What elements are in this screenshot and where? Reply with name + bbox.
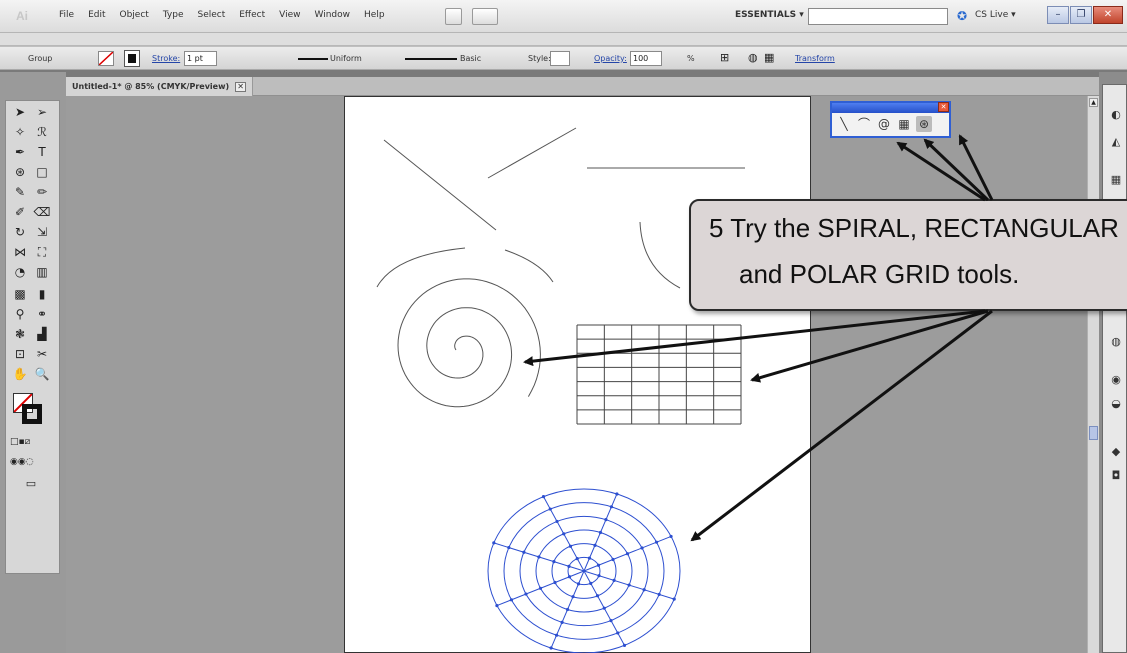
anchor-point <box>609 505 614 509</box>
spiral-tool-icon[interactable]: @ <box>876 116 892 132</box>
anchor-point <box>507 545 511 550</box>
tearoff-close-button[interactable]: ✕ <box>938 102 949 112</box>
transparency-panel-icon[interactable]: ◘ <box>1109 469 1123 483</box>
color-panel-icon[interactable]: ◐ <box>1109 108 1123 122</box>
vertical-scrollbar[interactable]: ▲ <box>1087 96 1099 653</box>
spiral-shape[interactable] <box>397 278 541 408</box>
line-tools-tearoff-panel: ✕ ╲ ⌒ @ ▦ ⊛ <box>830 101 951 138</box>
anchor-point <box>625 552 630 556</box>
anchor-point <box>552 560 556 564</box>
appearance-panel-icon[interactable]: ◍ <box>1109 335 1123 349</box>
anchor-point <box>616 631 620 635</box>
line-segment-tool-icon[interactable]: ╲ <box>836 116 852 132</box>
panel-icons: ◐ ◭ ▦ ◍ ◉ ◒ ◆ ◘ <box>1102 84 1127 653</box>
layers-panel-icon[interactable]: ◒ <box>1109 397 1123 411</box>
anchor-point <box>609 618 613 623</box>
anchor-point <box>615 492 619 496</box>
anchor-point <box>538 586 543 590</box>
anchor-point <box>567 564 571 568</box>
anchor-point <box>571 595 575 599</box>
anchor-point <box>602 606 606 610</box>
anchor-point <box>576 582 581 586</box>
anchor-point <box>596 563 601 567</box>
arc-segment[interactable] <box>504 249 554 283</box>
anchor-point <box>642 588 646 592</box>
artwork-layer <box>376 127 745 653</box>
anchor-point <box>509 598 514 602</box>
anchor-point <box>657 592 661 597</box>
line-segment[interactable] <box>487 127 577 179</box>
anchor-point <box>595 594 600 598</box>
anchor-point <box>627 583 631 587</box>
anchor-point <box>568 544 573 548</box>
rectangular-grid[interactable] <box>576 324 742 425</box>
anchor-point <box>587 556 592 560</box>
anchor-point <box>562 532 566 536</box>
anchor-point <box>495 603 499 608</box>
anchor-point <box>537 555 541 559</box>
arc-segment[interactable] <box>639 221 681 289</box>
anchor-point <box>669 534 673 539</box>
tearoff-tools: ╲ ⌒ @ ▦ ⊛ <box>836 116 932 132</box>
polar-grid-tool-icon[interactable]: ⊛ <box>916 116 932 132</box>
instruction-callout: 5 Try the SPIRAL, RECTANGULAR and POLAR … <box>689 199 1127 311</box>
callout-line-1: 5 Try the SPIRAL, RECTANGULAR <box>709 213 1119 243</box>
anchor-point <box>589 581 593 585</box>
tearoff-titlebar[interactable] <box>832 103 949 113</box>
brushes-panel-icon[interactable]: ▦ <box>1109 173 1123 187</box>
anchor-point <box>567 575 572 579</box>
arc-tool-icon[interactable]: ⌒ <box>856 116 872 132</box>
line-segment[interactable] <box>383 139 497 231</box>
anchor-point <box>565 607 570 612</box>
anchor-point <box>548 507 552 511</box>
anchor-point <box>598 530 603 535</box>
anchor-point <box>553 580 557 585</box>
polar-grid[interactable] <box>487 488 681 653</box>
anchor-point <box>549 646 553 650</box>
callout-line-2: and POLAR GRID tools. <box>739 259 1020 289</box>
anchor-point <box>554 633 559 637</box>
anchor-point <box>575 557 579 561</box>
anchor-point <box>522 550 526 554</box>
anchor-point <box>672 597 676 601</box>
anchor-point <box>555 519 559 524</box>
anchor-point <box>640 546 644 550</box>
rectangular-grid-tool-icon[interactable]: ▦ <box>896 116 912 132</box>
anchor-point <box>611 557 615 562</box>
scroll-up-icon[interactable]: ▲ <box>1089 98 1098 107</box>
anchor-point <box>604 518 608 522</box>
anchor-point <box>597 574 601 578</box>
anchor-point <box>612 578 616 582</box>
anchor-point <box>622 643 627 647</box>
anchor-point <box>492 541 496 545</box>
anchor-point <box>560 620 564 624</box>
anchor-point <box>654 540 659 544</box>
arc-segment[interactable] <box>376 247 466 288</box>
graphic-styles-panel-icon[interactable]: ◉ <box>1109 373 1123 387</box>
swatches-panel-icon[interactable]: ◭ <box>1109 135 1123 149</box>
anchor-point <box>524 592 528 596</box>
right-panel-dock: ◐ ◭ ▦ ◍ ◉ ◒ ◆ ◘ <box>1099 72 1127 653</box>
anchor-point <box>541 495 546 499</box>
anchor-point <box>593 543 597 547</box>
stroke-panel-icon[interactable]: ◆ <box>1109 445 1123 459</box>
scroll-thumb[interactable] <box>1089 426 1098 440</box>
